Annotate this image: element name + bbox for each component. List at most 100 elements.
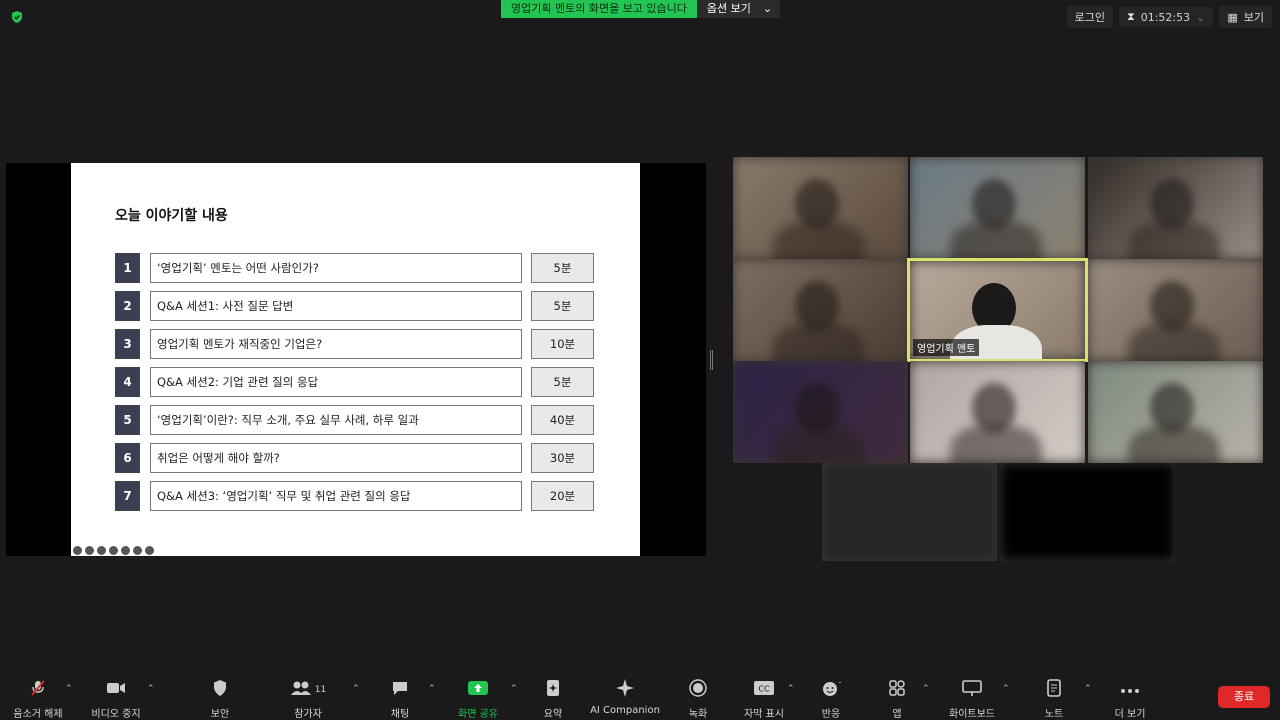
agenda-number: 1 [115,253,140,283]
agenda-row: 7 Q&A 세션3: ‘영업기획’ 직무 및 취업 관련 질의 응답 20분 [115,481,595,511]
whiteboard-icon [962,679,982,701]
toolbar-summary-button[interactable]: 요약 [513,680,593,720]
participant-tile[interactable] [1088,259,1263,361]
toolbar-shield-button[interactable]: 보안 [180,680,260,720]
zoom-icon[interactable] [97,546,106,555]
chevron-up-icon[interactable]: ⌃ [147,684,155,694]
toolbar-label: 앱 [892,709,902,720]
participant-tile[interactable] [1000,463,1175,561]
chevron-down-icon: ⌄ [762,2,773,15]
agenda-number: 4 [115,367,140,397]
toolbar-label: 참가자 [294,709,322,720]
chevron-up-icon[interactable]: ⌃ [510,684,518,694]
agenda-number: 6 [115,443,140,473]
toolbar-notes-button[interactable]: 노트 [1014,679,1094,720]
toolbar-ai-sparkle-button[interactable]: AI Companion [585,678,665,716]
security-shield-icon[interactable] [10,10,24,24]
toolbar-whiteboard-button[interactable]: 화이트보드 [932,680,1012,720]
chevron-up-icon[interactable]: ⌃ [65,684,73,694]
toolbar-label: 노트 [1044,709,1064,720]
presentation-slide: 오늘 이야기할 내용 1 ‘영업기획’ 멘토는 어떤 사람인가? 5분 2 Q&A 세션… [71,163,640,556]
record-icon [689,679,707,701]
agenda-duration: 5분 [531,291,594,321]
agenda-text: Q&A 세션3: ‘영업기획’ 직무 및 취업 관련 질의 응답 [150,481,522,511]
toolbar-label: 화면 공유 [458,709,498,720]
agenda-text: Q&A 세션2: 기업 관련 질의 응답 [150,367,522,397]
slide-tools [73,546,154,555]
agenda-row: 5 ‘영업기획’이란?: 직무 소개, 주요 실무 사례, 하루 일과 40분 [115,405,595,435]
agenda-row: 4 Q&A 세션2: 기업 관련 질의 응답 5분 [115,367,595,397]
hourglass-icon: ⧗ [1126,10,1135,23]
shared-screen: 오늘 이야기할 내용 1 ‘영업기획’ 멘토는 어떤 사람인가? 5분 2 Q&A 세션… [6,163,706,556]
toolbar-label: 자막 표시 [744,709,784,720]
chevron-up-icon[interactable]: ⌃ [428,684,436,694]
participant-tile[interactable] [1088,157,1263,259]
participant-tile[interactable] [733,361,908,463]
chevron-up-icon[interactable]: ⌃ [1084,684,1092,694]
toolbar-share-screen-button[interactable]: 화면 공유 [438,680,518,720]
agenda-number: 3 [115,329,140,359]
toolbar-label: 화이트보드 [949,709,995,720]
view-options-button[interactable]: 옵션 보기 ⌄ [696,0,781,18]
chevron-down-icon: ⌄ [1196,10,1206,24]
screen-share-banner: 영업기획 멘토의 화면을 보고 있습니다 옵션 보기 ⌄ [501,0,781,18]
chevron-up-icon[interactable]: ⌃ [1002,684,1010,694]
login-button[interactable]: 로그인 [1066,6,1113,28]
cc-icon: CC [753,680,775,700]
participant-tile[interactable] [1088,361,1263,463]
slide-title: 오늘 이야기할 내용 [115,208,228,224]
participant-tile[interactable] [822,463,997,561]
agenda-text: ‘영업기획’이란?: 직무 소개, 주요 실무 사례, 하루 일과 [150,405,522,435]
login-label: 로그인 [1074,11,1105,24]
agenda-text: 영업기획 멘토가 재직중인 기업은? [150,329,522,359]
toolbar-label: 보안 [210,709,230,720]
toolbar-label: 채팅 [390,709,410,720]
agenda-row: 1 ‘영업기획’ 멘토는 어떤 사람인가? 5분 [115,253,595,283]
end-meeting-button[interactable]: 종료 [1218,686,1270,708]
view-label: 보기 [1243,11,1264,24]
next-slide-icon[interactable] [145,546,154,555]
layout-grid-icon: ▦ [1227,10,1238,24]
chevron-up-icon[interactable]: ⌃ [787,684,795,694]
agenda-duration: 5분 [531,367,594,397]
agenda-number: 5 [115,405,140,435]
toolbar-video-button[interactable]: 비디오 중지 [76,680,156,720]
toolbar-label: 음소거 해제 [13,709,63,720]
agenda-text: Q&A 세션1: 사전 질문 답변 [150,291,522,321]
view-options-label: 옵션 보기 [706,2,751,15]
agenda-row: 2 Q&A 세션1: 사전 질문 답변 5분 [115,291,595,321]
agenda-text: 취업은 어떻게 해야 할까? [150,443,522,473]
toolbar-label: 요약 [543,709,563,720]
shield-icon [212,679,228,701]
apps-icon [888,679,906,701]
toolbar-more-button[interactable]: 더 보기 [1090,680,1170,720]
split-view-divider[interactable] [710,350,713,370]
toolbar-label: 더 보기 [1114,709,1146,720]
chevron-up-icon[interactable]: ⌃ [352,684,360,694]
prev-slide-icon[interactable] [73,546,82,555]
svg-text:+: + [838,679,841,687]
participant-tile[interactable] [733,259,908,361]
more-options-icon[interactable] [133,546,142,555]
toolbar-label: 녹화 [688,709,708,720]
svg-text:CC: CC [758,685,770,694]
ai-sparkle-icon [615,678,635,702]
summary-icon [545,679,561,701]
participant-tile[interactable] [733,157,908,259]
camera-icon[interactable] [121,546,130,555]
top-bar: 영업기획 멘토의 화면을 보고 있습니다 옵션 보기 ⌄ 로그인 ⧗ 01:52… [0,0,1280,34]
toolbar-label: 반응 [821,709,841,720]
agenda-text: ‘영업기획’ 멘토는 어떤 사람인가? [150,253,522,283]
active-speaker-tile[interactable]: 영업기획 멘토 [907,258,1088,362]
toolbar-participants-button[interactable]: 11 참가자 [268,680,348,720]
meeting-timer[interactable]: ⧗ 01:52:53 ⌄ [1118,7,1214,27]
agenda-number: 7 [115,481,140,511]
pen-icon[interactable] [85,546,94,555]
participant-tile[interactable] [910,157,1085,259]
chevron-up-icon[interactable]: ⌃ [922,684,930,694]
view-button[interactable]: ▦ 보기 [1219,6,1272,28]
mic-muted-icon [29,679,47,701]
slides-icon[interactable] [109,546,118,555]
reaction-icon: + [821,678,845,701]
participant-tile[interactable] [910,361,1085,463]
